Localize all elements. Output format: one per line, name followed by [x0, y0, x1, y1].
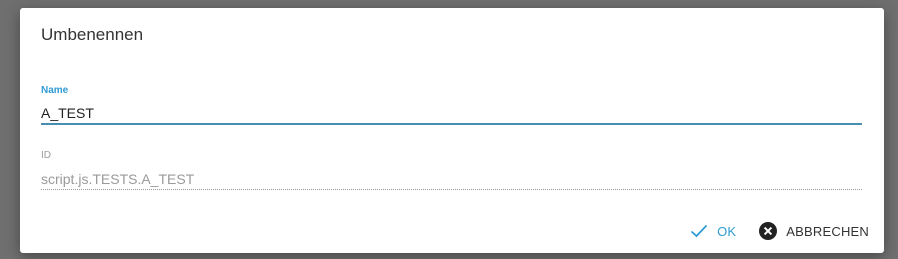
- name-input[interactable]: [41, 103, 862, 125]
- cancel-button[interactable]: ABBRECHEN: [759, 222, 869, 240]
- rename-dialog: Umbenennen Name ID OK ABBRECHEN: [20, 8, 884, 253]
- checkmark-icon: [690, 224, 708, 238]
- ok-button-label: OK: [717, 223, 737, 239]
- close-circle-icon: [759, 222, 778, 240]
- name-field-label: Name: [41, 85, 69, 96]
- name-field: Name: [41, 85, 862, 125]
- dialog-title: Umbenennen: [41, 25, 144, 44]
- cancel-button-label: ABBRECHEN: [786, 223, 869, 239]
- dialog-actions: OK ABBRECHEN: [690, 219, 869, 243]
- id-input: [41, 168, 862, 190]
- id-field-label: ID: [41, 150, 51, 161]
- id-field: ID: [41, 150, 862, 190]
- ok-button[interactable]: OK: [690, 224, 736, 239]
